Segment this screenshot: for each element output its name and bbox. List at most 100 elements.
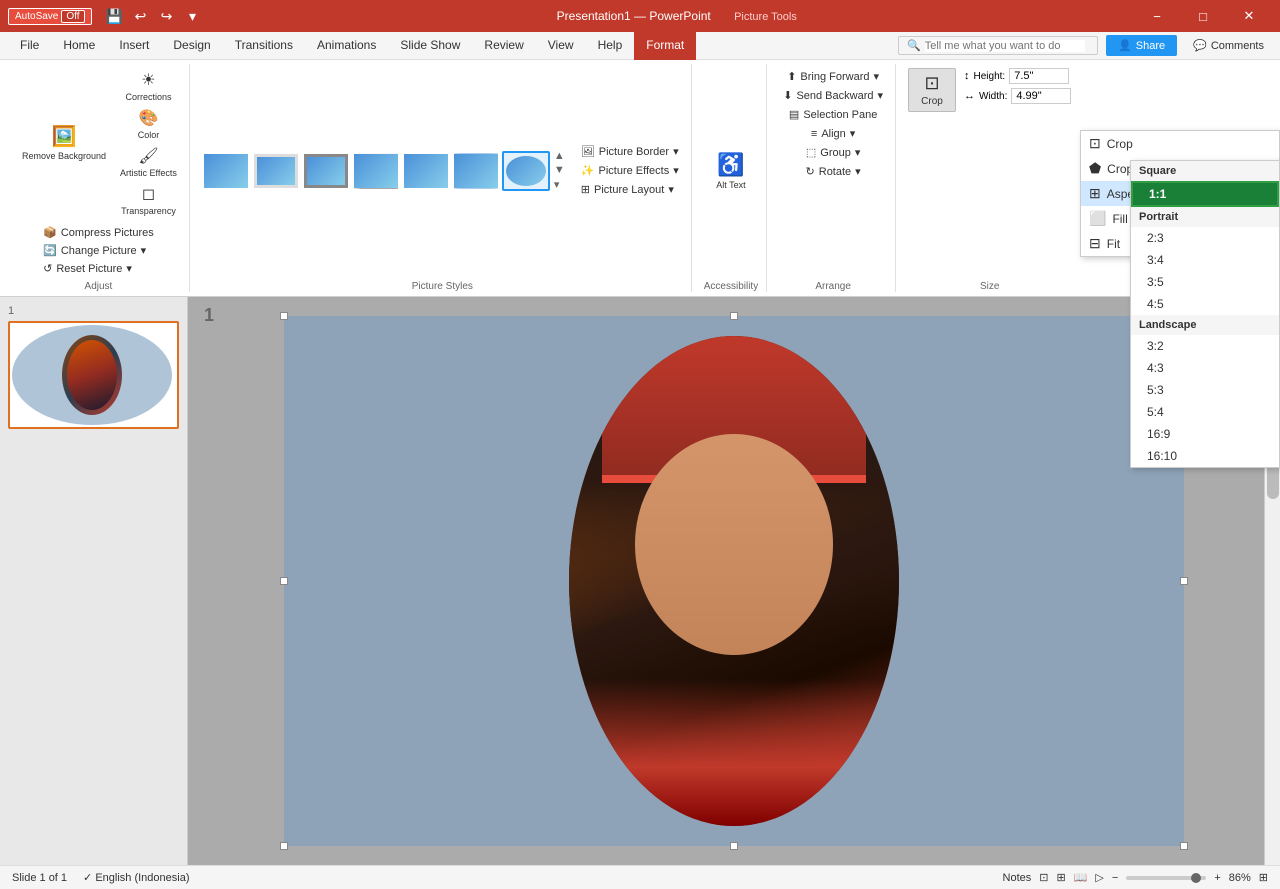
aspect-2-3[interactable]: 2:3 xyxy=(1131,227,1279,249)
crop-item[interactable]: ⊡ Crop xyxy=(1081,131,1279,156)
reset-picture-button[interactable]: ↺ Reset Picture ▾ xyxy=(39,260,158,277)
tab-home[interactable]: Home xyxy=(51,32,107,60)
corrections-button[interactable]: ☀ Corrections xyxy=(116,68,181,104)
zoom-in-button[interactable]: + xyxy=(1214,872,1220,884)
view-normal-icon[interactable]: ⊡ xyxy=(1039,871,1048,884)
style-2[interactable] xyxy=(252,151,300,191)
aspect-1-1[interactable]: 1:1 xyxy=(1131,181,1279,207)
picture-layout-button[interactable]: ⊞ Picture Layout ▾ xyxy=(577,181,683,198)
height-label-text: Height: xyxy=(974,71,1006,82)
undo-button[interactable]: ↩ xyxy=(130,5,152,27)
handle-topleft[interactable] xyxy=(280,312,288,320)
autosave-button[interactable]: AutoSave Off xyxy=(8,8,92,25)
style-5[interactable] xyxy=(402,151,450,191)
change-label: Change Picture xyxy=(61,245,137,257)
quick-access-toolbar: 💾 ↩ ↪ ▾ xyxy=(104,5,204,27)
width-label: ↔ xyxy=(964,90,975,102)
tab-insert[interactable]: Insert xyxy=(107,32,161,60)
zoom-thumb[interactable] xyxy=(1191,873,1201,883)
styles-scroll-up[interactable]: ▲ xyxy=(554,150,565,162)
view-presenter-icon[interactable]: ▷ xyxy=(1095,871,1103,884)
tab-review[interactable]: Review xyxy=(472,32,535,60)
share-button[interactable]: 👤 Share xyxy=(1106,35,1177,56)
aspect-5-4[interactable]: 5:4 xyxy=(1131,401,1279,423)
picture-styles-label: Picture Styles xyxy=(412,277,473,292)
autosave-toggle[interactable]: Off xyxy=(61,10,84,23)
rotate-button[interactable]: ↻ Rotate ▾ xyxy=(802,163,865,180)
minimize-button[interactable]: − xyxy=(1134,0,1180,32)
notes-button[interactable]: Notes xyxy=(1003,872,1032,884)
transparency-button[interactable]: ◻ Transparency xyxy=(116,182,181,218)
accessibility-label: Accessibility xyxy=(704,277,758,292)
size-label: Size xyxy=(980,277,999,292)
alt-text-button[interactable]: ♿ Alt Text xyxy=(707,148,755,194)
handle-right[interactable] xyxy=(1180,577,1188,585)
aspect-4-5[interactable]: 4:5 xyxy=(1131,293,1279,315)
remove-background-button[interactable]: 🖼️ Remove Background xyxy=(16,120,112,166)
save-button[interactable]: 💾 xyxy=(104,5,126,27)
style-1[interactable] xyxy=(202,151,250,191)
handle-top[interactable] xyxy=(730,312,738,320)
corrections-icon: ☀ xyxy=(141,70,155,90)
style-4[interactable] xyxy=(352,151,400,191)
group-button[interactable]: ⬚ Group ▾ xyxy=(802,144,865,161)
tab-help[interactable]: Help xyxy=(586,32,635,60)
bring-forward-button[interactable]: ⬆ Bring Forward ▾ xyxy=(783,68,883,85)
change-picture-button[interactable]: 🔄 Change Picture ▾ xyxy=(39,242,158,259)
quick-access-more[interactable]: ▾ xyxy=(182,5,204,27)
aspect-3-4[interactable]: 3:4 xyxy=(1131,249,1279,271)
aspect-5-3[interactable]: 5:3 xyxy=(1131,379,1279,401)
tab-slideshow[interactable]: Slide Show xyxy=(388,32,472,60)
view-sorter-icon[interactable]: ⊞ xyxy=(1056,871,1065,884)
aspect-4-3[interactable]: 4:3 xyxy=(1131,357,1279,379)
style-7-selected[interactable] xyxy=(502,151,550,191)
tab-file[interactable]: File xyxy=(8,32,51,60)
zoom-level[interactable]: 86% xyxy=(1229,872,1251,884)
aspect-3-5[interactable]: 3:5 xyxy=(1131,271,1279,293)
styles-scroll-down[interactable]: ▼ xyxy=(554,164,565,176)
language-label: English (Indonesia) xyxy=(95,872,189,884)
tab-design[interactable]: Design xyxy=(161,32,222,60)
close-button[interactable]: ✕ xyxy=(1226,0,1272,32)
picture-effects-label: Picture Effects xyxy=(599,165,670,177)
tab-animations[interactable]: Animations xyxy=(305,32,388,60)
aspect-16-9[interactable]: 16:9 xyxy=(1131,423,1279,445)
handle-bottomleft[interactable] xyxy=(280,842,288,850)
slide-thumbnail[interactable] xyxy=(8,321,179,429)
handle-bottomright[interactable] xyxy=(1180,842,1188,850)
color-button[interactable]: 🎨 Color xyxy=(116,106,181,142)
zoom-out-button[interactable]: − xyxy=(1112,872,1118,884)
aspect-16-10[interactable]: 16:10 xyxy=(1131,445,1279,467)
tab-view[interactable]: View xyxy=(536,32,586,60)
handle-bottom[interactable] xyxy=(730,842,738,850)
title-bar: AutoSave Off 💾 ↩ ↪ ▾ Presentation1 — Pow… xyxy=(0,0,1280,32)
selection-pane-button[interactable]: ▤ Selection Pane xyxy=(785,106,881,123)
view-reading-icon[interactable]: 📖 xyxy=(1074,871,1088,884)
picture-oval[interactable] xyxy=(569,336,899,826)
arrange-content: ⬆ Bring Forward ▾ ⬇ Send Backward ▾ ▤ Se… xyxy=(779,64,887,277)
tab-transitions[interactable]: Transitions xyxy=(223,32,305,60)
picture-effects-button[interactable]: ✨ Picture Effects ▾ xyxy=(577,162,683,179)
comments-button[interactable]: 💬 Comments xyxy=(1185,35,1272,56)
align-button[interactable]: ≡ Align ▾ xyxy=(807,125,859,142)
search-box[interactable]: 🔍 xyxy=(898,36,1098,55)
picture-border-button[interactable]: 🖼 Picture Border ▾ xyxy=(577,143,683,160)
zoom-slider[interactable] xyxy=(1126,876,1206,880)
style-3[interactable] xyxy=(302,151,350,191)
fit-slide-button[interactable]: ⊞ xyxy=(1259,871,1268,884)
crop-button[interactable]: ⊡ Crop xyxy=(908,68,956,112)
height-field[interactable] xyxy=(1009,68,1069,84)
artistic-effects-button[interactable]: 🖌 Artistic Effects xyxy=(116,144,181,180)
width-field[interactable] xyxy=(1011,88,1071,104)
handle-left[interactable] xyxy=(280,577,288,585)
tab-format[interactable]: Format xyxy=(634,32,696,60)
compress-pictures-button[interactable]: 📦 Compress Pictures xyxy=(39,224,158,241)
search-input[interactable] xyxy=(925,40,1085,52)
maximize-button[interactable]: □ xyxy=(1180,0,1226,32)
send-backward-button[interactable]: ⬇ Send Backward ▾ xyxy=(779,87,887,104)
redo-button[interactable]: ↪ xyxy=(156,5,178,27)
picture-border-icon: 🖼 xyxy=(581,145,595,158)
style-6[interactable] xyxy=(452,151,500,191)
aspect-3-2[interactable]: 3:2 xyxy=(1131,335,1279,357)
styles-more[interactable]: ▾ xyxy=(554,178,565,191)
